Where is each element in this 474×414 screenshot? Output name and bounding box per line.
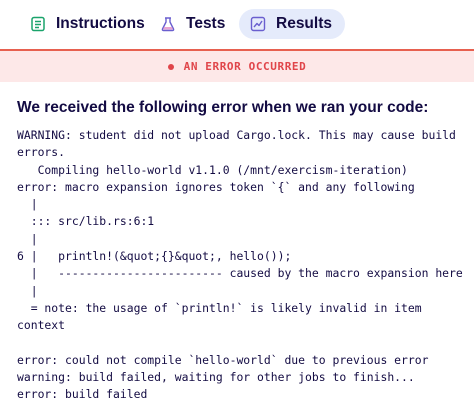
tab-tests-label: Tests (186, 15, 226, 32)
error-banner: AN ERROR OCCURRED (0, 51, 474, 82)
tab-instructions[interactable]: Instructions (26, 9, 149, 39)
log-line: = note: the usage of `println!` is likel… (17, 300, 422, 315)
log-line: ::: src/lib.rs:6:1 (17, 214, 155, 229)
log-line: | (17, 231, 38, 246)
instructions-icon (30, 16, 46, 32)
tab-tests[interactable]: Tests (156, 9, 229, 39)
tab-bar: Instructions Tests Results (0, 0, 474, 50)
error-heading: We received the following error when we … (17, 99, 429, 116)
error-dot-icon (167, 63, 174, 70)
log-line: warning: build failed, waiting for other… (17, 370, 415, 385)
log-line: 6 | println!(&quot;{}&quot;, hello()); (17, 249, 292, 264)
results-icon (250, 16, 266, 32)
log-line: | ------------------------ caused by the… (17, 266, 463, 281)
tab-instructions-label: Instructions (56, 15, 145, 32)
log-line: error: could not compile `hello-world` d… (17, 352, 429, 367)
error-banner-text: AN ERROR OCCURRED (183, 60, 307, 73)
log-line: | (17, 197, 38, 212)
log-line: error: macro expansion ignores token `{`… (17, 179, 415, 194)
tab-results[interactable]: Results (239, 9, 345, 39)
log-line: context (17, 318, 66, 333)
tab-results-label: Results (276, 15, 332, 32)
tests-icon (160, 16, 176, 32)
error-log: WARNING: student did not upload Cargo.lo… (17, 127, 469, 404)
log-line: WARNING: student did not upload Cargo.lo… (17, 128, 456, 142)
log-line: | (17, 283, 38, 298)
log-line: Compiling hello-world v1.1.0 (/mnt/exerc… (17, 162, 408, 177)
log-line: errors. (17, 145, 66, 160)
log-line: error: build failed (17, 387, 148, 402)
